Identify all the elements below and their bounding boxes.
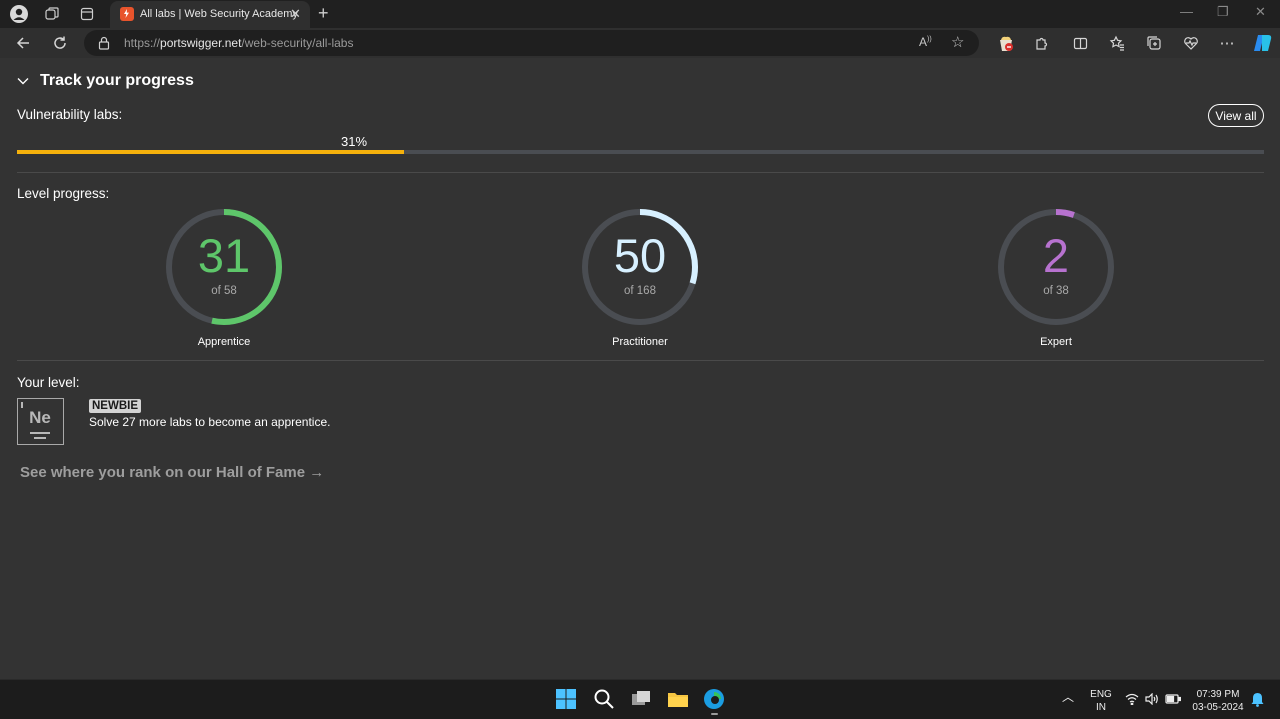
new-tab-icon[interactable]: + xyxy=(318,3,329,24)
read-aloud-icon[interactable]: A)) xyxy=(919,35,932,49)
back-icon[interactable] xyxy=(12,32,34,54)
notification-bell-icon[interactable] xyxy=(1251,692,1264,711)
overall-progress-bar xyxy=(17,150,1264,154)
section-title: Track your progress xyxy=(40,72,194,89)
level-message: Solve 27 more labs to become an apprenti… xyxy=(89,415,331,429)
refresh-icon[interactable] xyxy=(49,32,71,54)
level-badge-icon: Ne xyxy=(17,398,64,445)
start-icon[interactable] xyxy=(555,688,579,712)
view-all-button[interactable]: View all xyxy=(1208,104,1264,127)
more-options-icon[interactable]: ⋯ xyxy=(1216,32,1238,54)
task-view-icon[interactable] xyxy=(630,688,654,712)
vulnerability-labs-label: Vulnerability labs: xyxy=(17,107,123,122)
active-tab[interactable]: All labs | Web Security Academy ✕ xyxy=(110,1,310,28)
portswigger-favicon-icon xyxy=(120,7,134,21)
apprentice-label: Apprentice xyxy=(197,336,251,348)
browser-essentials-icon[interactable] xyxy=(1180,32,1202,54)
collections-icon[interactable] xyxy=(1143,32,1165,54)
level-symbol: Ne xyxy=(29,408,51,427)
url-text[interactable]: https://portswigger.net/web-security/all… xyxy=(124,36,353,50)
clock[interactable]: 07:39 PM 03-05-2024 xyxy=(1188,688,1248,714)
split-screen-icon[interactable] xyxy=(1069,32,1091,54)
file-explorer-icon[interactable] xyxy=(667,688,691,712)
level-progress-label: Level progress: xyxy=(17,186,110,201)
tab-actions-icon[interactable] xyxy=(76,4,98,24)
extensions-icon[interactable] xyxy=(1030,32,1052,54)
workspaces-icon[interactable] xyxy=(41,4,63,24)
show-hidden-icons[interactable]: ︿ xyxy=(1062,691,1074,704)
level-badge: NEWBIE xyxy=(89,399,141,413)
practitioner-ring: 50 of 168 xyxy=(581,208,699,326)
close-tab-icon[interactable]: ✕ xyxy=(290,6,301,22)
volume-icon[interactable] xyxy=(1145,692,1159,709)
extension-popcorn-icon[interactable] xyxy=(995,32,1017,54)
window-close-icon[interactable]: ✕ xyxy=(1255,4,1266,20)
favorites-icon[interactable] xyxy=(1106,32,1128,54)
chevron-down-icon[interactable] xyxy=(16,74,30,88)
edge-browser-icon[interactable] xyxy=(703,688,727,715)
wifi-icon[interactable] xyxy=(1125,693,1139,709)
copilot-icon[interactable] xyxy=(1252,32,1274,54)
practitioner-total: of 168 xyxy=(624,285,656,297)
hall-of-fame-link[interactable]: See where you rank on our Hall of Fame → xyxy=(20,464,324,481)
expert-count: 2 xyxy=(1042,229,1070,282)
maximize-icon[interactable]: ❐ xyxy=(1217,4,1229,20)
your-level-label: Your level: xyxy=(17,375,80,390)
tab-title: All labs | Web Security Academy xyxy=(140,8,298,20)
expert-total: of 38 xyxy=(1043,285,1069,297)
apprentice-count: 31 xyxy=(197,229,251,282)
overall-percent: 31% xyxy=(341,134,368,149)
windows-taskbar: ︿ ENG IN 07:39 PM 03-05-2024 xyxy=(0,679,1280,719)
divider xyxy=(17,172,1264,173)
minimize-icon[interactable]: — xyxy=(1180,4,1193,19)
expert-label: Expert xyxy=(1040,336,1072,348)
progress-bar-fill xyxy=(17,150,404,154)
track-progress-header[interactable]: Track your progress xyxy=(16,72,194,90)
battery-icon[interactable] xyxy=(1165,694,1182,708)
address-bar[interactable]: https://portswigger.net/web-security/all… xyxy=(84,30,979,56)
practitioner-label: Practitioner xyxy=(612,336,668,348)
favorite-star-icon[interactable]: ☆ xyxy=(951,33,964,51)
practitioner-count: 50 xyxy=(613,229,667,282)
divider xyxy=(17,360,1264,361)
apprentice-ring: 31 of 58 xyxy=(165,208,283,326)
profile-icon[interactable] xyxy=(8,4,30,24)
tab-strip: All labs | Web Security Academy ✕ + — ❐ … xyxy=(0,0,1280,28)
expert-ring: 2 of 38 xyxy=(997,208,1115,326)
search-icon[interactable] xyxy=(593,688,617,712)
language-indicator[interactable]: ENG IN xyxy=(1089,688,1113,714)
apprentice-total: of 58 xyxy=(211,285,237,297)
navigation-bar: https://portswigger.net/web-security/all… xyxy=(0,28,1280,58)
progress-page: Track your progress Vulnerability labs: … xyxy=(0,58,1280,679)
lock-icon[interactable] xyxy=(98,36,110,55)
